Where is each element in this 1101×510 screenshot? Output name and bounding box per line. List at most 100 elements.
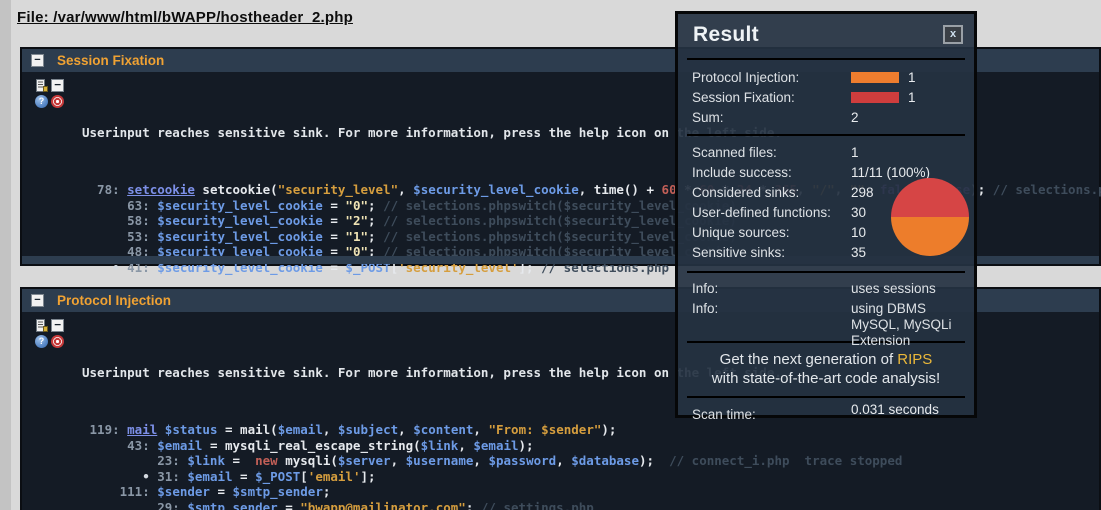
collapse-section-icon[interactable]: − (31, 294, 44, 307)
stat-label: Sensitive sinks: (692, 245, 785, 260)
code-token: 58: (82, 213, 157, 228)
minimize-trace-icon[interactable]: − (51, 319, 64, 332)
stat-label: Scanned files: (692, 145, 777, 160)
stat-value: 30 (851, 203, 866, 223)
code-token: $password (488, 453, 556, 468)
code-token: $link (187, 453, 225, 468)
function-link[interactable]: mail (127, 422, 157, 437)
code-token: "bwapp@mailinator.com" (300, 500, 466, 510)
pie-chart (891, 178, 969, 256)
code-token: 53: (82, 229, 157, 244)
count-value-group: 1 (851, 88, 916, 108)
info-label: Info: (692, 281, 718, 296)
divider (687, 271, 965, 273)
vulnerability-counts: Protocol Injection: 1 Session Fixation: 1 S… (678, 62, 974, 132)
info-rows: Info:uses sessionsInfo:using DBMS MySQL,… (678, 275, 974, 339)
code-line: 23: $link = new mysqli($server, $usernam… (82, 453, 1099, 469)
code-token: ; (368, 198, 383, 213)
result-panel-title: Result (693, 23, 759, 47)
scan-statistics: Scanned files:1Include success:11/11 (10… (678, 138, 974, 269)
count-bar (851, 72, 899, 83)
stat-label: User-defined functions: (692, 205, 831, 220)
code-token: = (323, 213, 346, 228)
stat-label: Considered sinks: (692, 185, 799, 200)
code-token (157, 422, 165, 437)
stat-row: Scanned files: 1 (678, 143, 974, 163)
code-token: $_POST (255, 469, 300, 484)
stat-value: 35 (851, 243, 866, 263)
rips-advertisement[interactable]: Get the next generation of RIPS with sta… (678, 345, 974, 394)
code-token: 29: (82, 500, 187, 510)
function-link[interactable]: setcookie (127, 182, 195, 197)
section-title: Session Fixation (57, 53, 164, 68)
exploit-target-icon[interactable] (51, 335, 64, 348)
code-token: ; (466, 500, 481, 510)
code-token: setcookie( (195, 182, 278, 197)
code-token: $security_level_cookie (157, 229, 323, 244)
code-token: $subject (338, 422, 398, 437)
code-token: $sender (157, 484, 210, 499)
code-token: 'email' (308, 469, 361, 484)
help-icon[interactable]: ? (35, 95, 48, 108)
minimize-trace-icon[interactable]: − (51, 79, 64, 92)
count-label: Session Fixation: (692, 90, 795, 105)
tool-icon-grid: − ? (35, 319, 64, 348)
sum-row: Sum: 2 (678, 108, 974, 128)
count-label: Protocol Injection: (692, 70, 799, 85)
code-line: 43: $email = mysqli_real_escape_string($… (82, 438, 1099, 454)
code-token: ); (601, 422, 616, 437)
code-token: $email (473, 438, 518, 453)
code-token: $status (165, 422, 218, 437)
ad-text-1: Get the next generation of (720, 351, 898, 368)
info-row: Info: uses sessions (678, 279, 974, 299)
exploit-target-icon[interactable] (51, 95, 64, 108)
divider (687, 396, 965, 398)
code-line: 29: $smtp_sender = "bwapp@mailinator.com… (82, 500, 1099, 510)
rips-report-page: File: /var/www/html/bWAPP/hostheader_2.p… (0, 0, 1101, 510)
code-token: , (398, 422, 413, 437)
code-token: = (278, 500, 301, 510)
code-token: $email (187, 469, 232, 484)
collapse-section-icon[interactable]: − (31, 54, 44, 67)
info-value: uses sessions (851, 281, 966, 297)
code-token: ; (368, 229, 383, 244)
code-token: // connect_i.php trace stopped (669, 453, 902, 468)
code-token: $content (413, 422, 473, 437)
code-token: = (233, 469, 256, 484)
code-token: 31: (157, 469, 187, 484)
count-bar (851, 92, 899, 103)
code-token: • (82, 469, 157, 484)
close-icon[interactable]: x (943, 25, 963, 44)
code-token: = mail( (217, 422, 277, 437)
scan-time-label: Scan time: (692, 407, 756, 422)
code-line: • 31: $email = $_POST['email']; (82, 469, 1099, 485)
result-panel: Result x Protocol Injection:1Session Fix… (675, 11, 977, 418)
count-number: 1 (908, 90, 916, 105)
code-line: 111: $sender = $smtp_sender; (82, 484, 1099, 500)
code-token: 111: (82, 484, 157, 499)
count-number: 1 (908, 70, 916, 85)
code-token: // selections.php (993, 182, 1101, 197)
rips-brand: RIPS (897, 351, 932, 368)
code-token: = (210, 484, 233, 499)
review-code-file-icon[interactable] (35, 319, 48, 332)
stat-label: Include success: (692, 165, 792, 180)
count-row: Session Fixation: 1 (678, 88, 974, 108)
divider (687, 58, 965, 60)
help-icon[interactable]: ? (35, 335, 48, 348)
code-token: = (323, 198, 346, 213)
code-token: 119: (82, 422, 127, 437)
code-token: $security_level_cookie (157, 213, 323, 228)
code-token: , (458, 438, 473, 453)
code-token: ; (368, 213, 383, 228)
code-token: ); (519, 438, 534, 453)
code-token: , (323, 422, 338, 437)
review-code-file-icon[interactable] (35, 79, 48, 92)
code-token: $email (278, 422, 323, 437)
code-token: = (323, 229, 346, 244)
code-token: , (398, 182, 413, 197)
code-token: ); (639, 453, 669, 468)
code-token: 23: (82, 453, 187, 468)
code-token: $security_level_cookie (157, 198, 323, 213)
stat-value: 1 (851, 143, 859, 163)
